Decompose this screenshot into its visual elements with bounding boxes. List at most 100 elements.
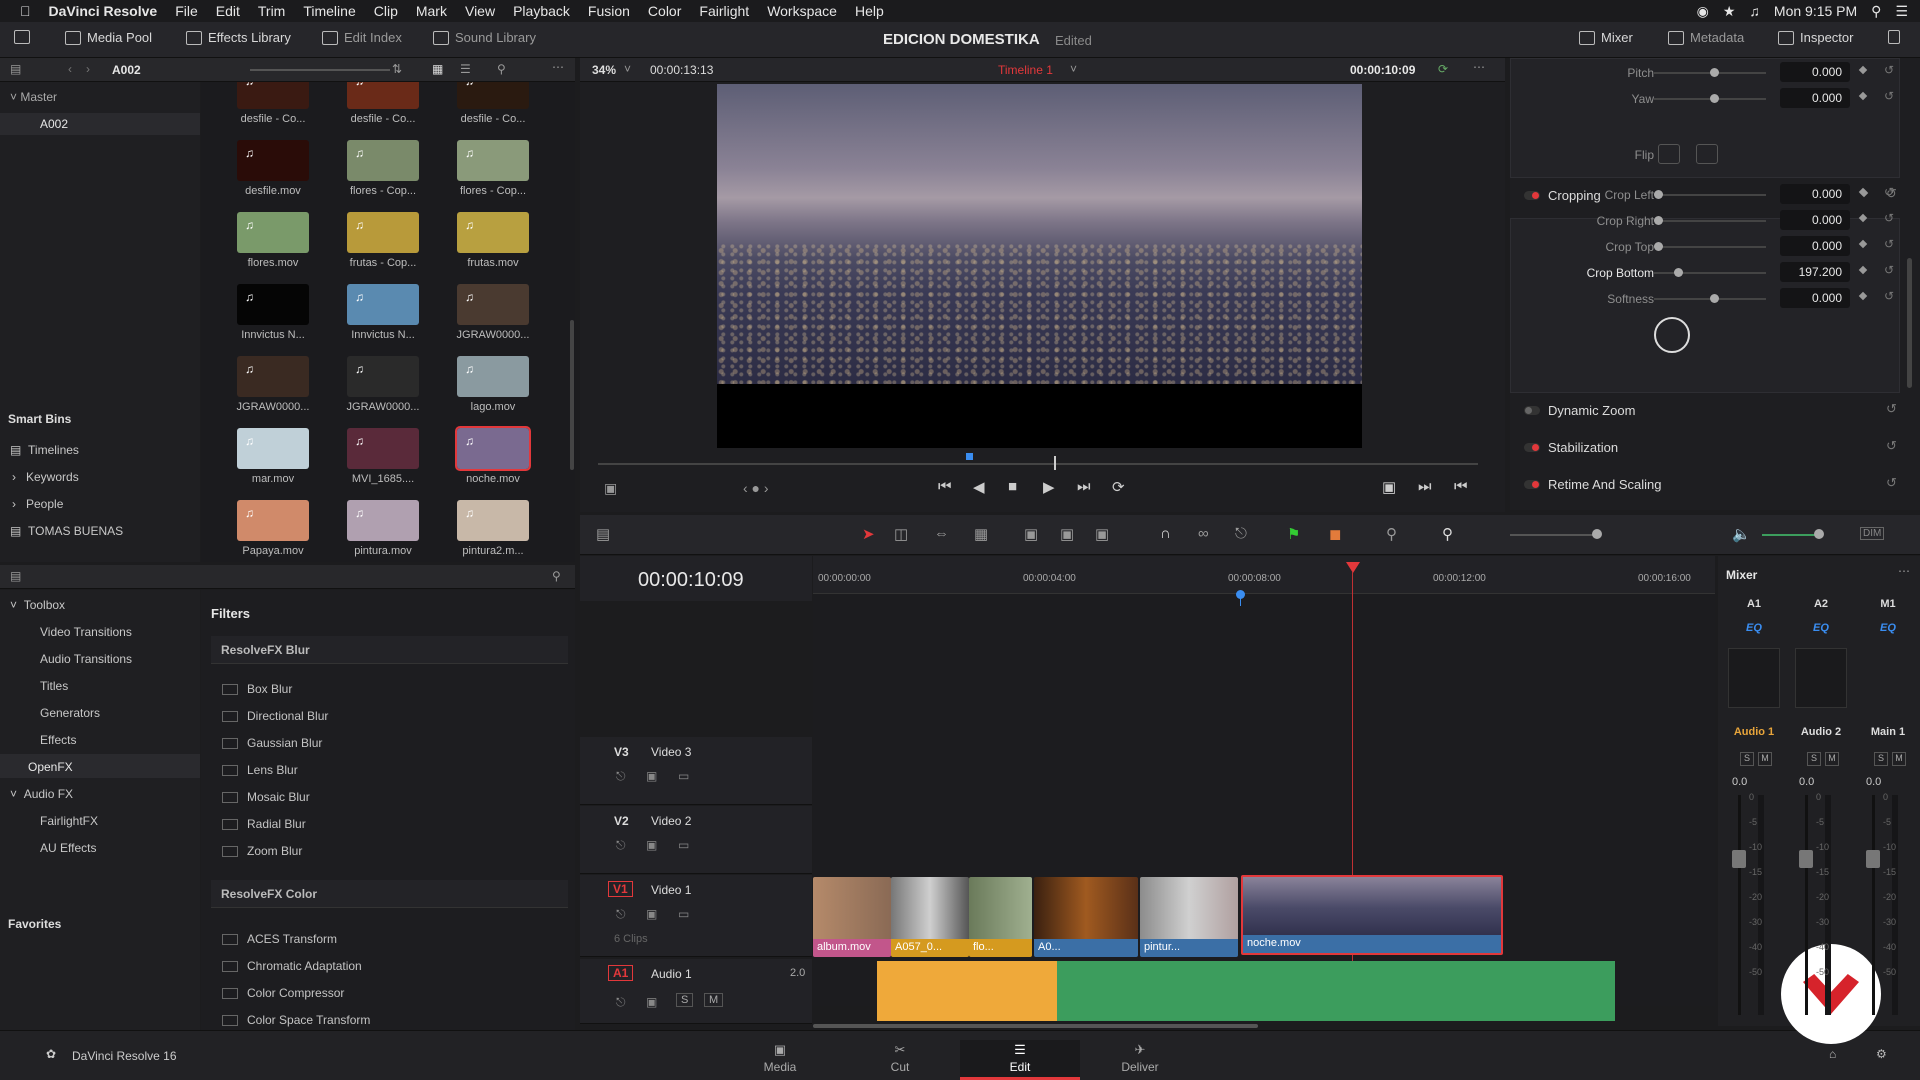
menu-playback[interactable]: Playback	[504, 3, 579, 19]
smart-bin-people[interactable]: › People	[12, 497, 63, 511]
volume-slider[interactable]	[1762, 534, 1822, 536]
param-value[interactable]: 0.000	[1780, 184, 1850, 204]
insert-icon[interactable]: ▣	[1024, 525, 1038, 543]
param-value[interactable]: 0.000	[1780, 288, 1850, 308]
fader-knob[interactable]	[1866, 850, 1880, 868]
go-to-end-icon[interactable]: ⏭	[1077, 478, 1091, 495]
track-id[interactable]: A1	[608, 965, 634, 981]
reset-icon[interactable]: ↺	[1886, 475, 1897, 491]
clip-thumbnail[interactable]: ♫	[457, 284, 529, 325]
timeline-clip[interactable]: album.mov	[813, 877, 891, 957]
clip-thumbnail[interactable]: ♫	[457, 356, 529, 397]
wifi-icon[interactable]: ◉	[1697, 3, 1709, 20]
bin-item-a002[interactable]: A002	[0, 113, 200, 135]
solo-button[interactable]: S	[1807, 752, 1821, 766]
more-options-icon[interactable]: ⋯	[1473, 60, 1485, 74]
chevron-down-icon[interactable]: ˅	[1070, 62, 1077, 76]
auto-select-icon[interactable]: ▣	[646, 907, 657, 921]
thumb-size-slider[interactable]	[250, 69, 390, 71]
param-value[interactable]: 197.200	[1780, 262, 1850, 282]
sound-library-button[interactable]: Sound Library	[433, 30, 536, 45]
timeline-clip[interactable]: A0...	[1034, 877, 1138, 957]
ruler-marker-dot[interactable]	[1236, 590, 1245, 599]
edit-index-button[interactable]: Edit Index	[322, 30, 402, 45]
clip-thumbnail[interactable]: ♫	[237, 140, 309, 181]
filter-item[interactable]: Mosaic Blur	[222, 790, 310, 804]
zoom-slider[interactable]	[1510, 534, 1600, 536]
mark-nav[interactable]: ‹ ● ›	[743, 480, 769, 496]
bluetooth-icon[interactable]: ★	[1723, 3, 1736, 20]
retime-toggle[interactable]	[1524, 480, 1540, 489]
clip-thumbnail[interactable]: ♫	[237, 356, 309, 397]
eq-button[interactable]: EQ	[1724, 622, 1784, 634]
match-frame-icon[interactable]: ▣	[1382, 478, 1396, 496]
filter-item[interactable]: Box Blur	[222, 682, 292, 696]
keyframe-icon[interactable]	[1858, 91, 1868, 101]
menu-file[interactable]: File	[166, 3, 207, 19]
clip-thumbnail[interactable]: ♫	[237, 500, 309, 541]
menu-color[interactable]: Color	[639, 3, 690, 19]
menu-help[interactable]: Help	[846, 3, 893, 19]
expand-icon[interactable]	[1888, 30, 1900, 44]
auto-select-icon[interactable]: ▣	[646, 838, 657, 852]
reset-icon[interactable]: ↺	[1884, 237, 1894, 251]
replace-icon[interactable]: ▣	[1095, 525, 1109, 543]
dim-button[interactable]: DIM	[1860, 527, 1885, 540]
audio-clip[interactable]	[877, 961, 1057, 1021]
tree-generators[interactable]: Generators	[40, 706, 100, 720]
fader-track[interactable]	[1738, 795, 1741, 1015]
clip-thumbnail[interactable]: ♫	[347, 356, 419, 397]
keyframe-icon[interactable]	[1858, 65, 1868, 75]
stabilization-toggle[interactable]	[1524, 443, 1540, 452]
keyframe-icon[interactable]	[1858, 213, 1868, 223]
track-enable-icon[interactable]: ▭	[678, 838, 689, 852]
reset-icon[interactable]: ↺	[1884, 263, 1894, 277]
menu-mark[interactable]: Mark	[407, 3, 456, 19]
forward-icon[interactable]: ›	[86, 62, 90, 76]
param-slider[interactable]	[1654, 220, 1766, 222]
timeline-clip-selected[interactable]: noche.mov	[1241, 875, 1503, 955]
clip-thumbnail[interactable]: ♫	[347, 284, 419, 325]
eq-button[interactable]: EQ	[1858, 622, 1918, 634]
mute-button[interactable]: M	[1825, 752, 1839, 766]
metadata-button[interactable]: Metadata	[1668, 30, 1744, 45]
playhead-head[interactable]	[1346, 562, 1360, 573]
solo-button[interactable]: S	[1874, 752, 1888, 766]
timeline-name[interactable]: Timeline 1	[998, 63, 1053, 77]
sidebar-toggle-icon[interactable]: ▤	[10, 569, 21, 583]
eq-graph[interactable]	[1795, 648, 1847, 708]
smart-bin-tomas-buenas[interactable]: ▤ TOMAS BUENAS	[10, 524, 123, 538]
toolbox-item[interactable]: ˅ Toolbox	[10, 598, 65, 612]
menu-clip[interactable]: Clip	[365, 3, 407, 19]
tree-au-effects[interactable]: AU Effects	[40, 841, 96, 855]
sync-icon[interactable]: ⟳	[1438, 62, 1448, 76]
timeline-clip[interactable]: A057_0...	[891, 877, 969, 957]
chevron-down-icon[interactable]: ˅	[624, 62, 631, 76]
track-lock-icon[interactable]: ⎋	[616, 838, 626, 853]
speaker-icon[interactable]: 🔈	[1732, 525, 1751, 543]
tree-video-transitions[interactable]: Video Transitions	[40, 625, 132, 639]
section-retime[interactable]: Retime And Scaling ↺	[1512, 469, 1906, 499]
inspector-scrollbar[interactable]	[1907, 258, 1912, 388]
param-value[interactable]: 0.000	[1780, 236, 1850, 256]
media-pool-scrollbar[interactable]	[570, 320, 574, 470]
clip-thumbnail[interactable]: ♫	[237, 212, 309, 253]
eq-button[interactable]: EQ	[1791, 622, 1851, 634]
clip-thumbnail[interactable]: ♫	[347, 428, 419, 469]
control-center-icon[interactable]: ☰	[1895, 3, 1908, 20]
flip-horizontal-icon[interactable]	[1658, 144, 1680, 164]
tree-fairlightfx[interactable]: FairlightFX	[40, 814, 98, 828]
clip-thumbnail[interactable]: ♫	[237, 428, 309, 469]
loop-icon[interactable]: ⟳	[1112, 478, 1125, 496]
filter-item[interactable]: Zoom Blur	[222, 844, 302, 858]
reset-icon[interactable]: ↺	[1884, 185, 1894, 199]
menu-fusion[interactable]: Fusion	[579, 3, 639, 19]
track-enable-icon[interactable]: ▭	[678, 907, 689, 921]
slider-knob[interactable]	[1654, 190, 1663, 199]
auto-select-icon[interactable]: ▣	[646, 769, 657, 783]
slider-knob[interactable]	[1674, 268, 1683, 277]
filter-item[interactable]: Directional Blur	[222, 709, 328, 723]
reset-icon[interactable]: ↺	[1884, 289, 1894, 303]
clip-thumbnail[interactable]: ♫	[457, 140, 529, 181]
apple-icon[interactable]: 	[0, 3, 40, 19]
